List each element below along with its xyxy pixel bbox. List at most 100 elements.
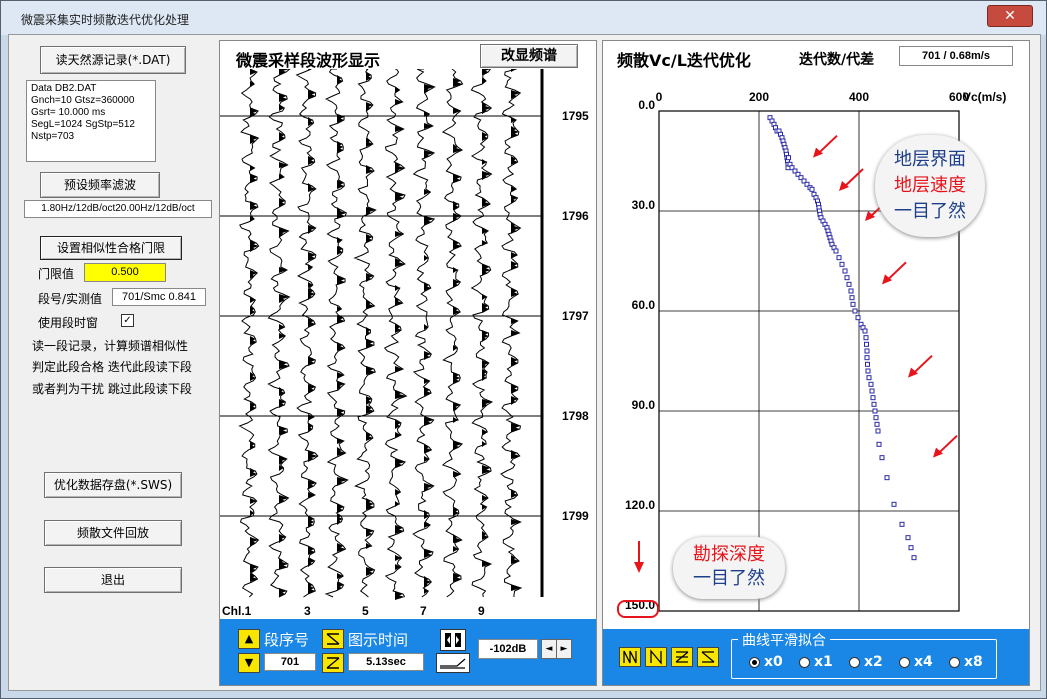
save-data-button[interactable]: 优化数据存盘(*.SWS) (44, 472, 182, 498)
data-point (864, 355, 870, 361)
channel-label: 9 (478, 604, 485, 618)
curve-mode-1-icon[interactable] (619, 647, 641, 667)
smoothing-radio-x4[interactable] (899, 657, 910, 668)
zoom-out-icon[interactable] (322, 653, 344, 673)
smoothing-radio-x1[interactable] (799, 657, 810, 668)
segment-label: 段号/实测值 (38, 292, 103, 306)
threshold-label: 门限值 (38, 267, 75, 281)
data-point (850, 301, 856, 307)
channel-trace (412, 69, 436, 598)
data-point (908, 545, 914, 551)
data-point (876, 441, 882, 447)
data-point (868, 381, 874, 387)
data-point (866, 375, 872, 381)
time-window-checkbox[interactable]: ✓ (121, 314, 134, 327)
data-point (786, 155, 791, 161)
bubble-line: 地层速度 (894, 175, 966, 196)
time-tick-label: 1796 (562, 209, 589, 223)
smoothing-option-label: x0 (764, 654, 783, 670)
close-button[interactable]: ✕ (987, 5, 1033, 27)
range-icon[interactable] (440, 629, 466, 651)
data-point (865, 361, 870, 367)
smoothing-option-label: x1 (814, 654, 833, 670)
gain-value: -102dB (478, 639, 538, 659)
info-line: SegL=1024 SgStp=512 (31, 119, 135, 130)
data-point (862, 328, 868, 334)
x-tick-label: 400 (849, 90, 869, 104)
data-point (842, 268, 848, 274)
y-tick-label: 120.0 (625, 498, 655, 512)
curve-mode-3-icon[interactable] (671, 647, 693, 667)
data-point (852, 308, 858, 314)
info-line: Gsrt= 10.000 ms (31, 107, 106, 118)
smoothing-radio-x2[interactable] (849, 657, 860, 668)
trace-peak-fill (395, 432, 401, 438)
data-point (864, 348, 870, 354)
record-info-box: Data DB2.DAT Gnch=10 Gtsz=360000 Gsrt= 1… (26, 80, 156, 162)
time-window-label: 使用段时窗 (38, 316, 99, 330)
data-point (809, 186, 815, 192)
frequency-filter-button[interactable]: 预设频率滤波 (40, 172, 160, 198)
data-point (875, 428, 881, 434)
window-title: 微震采集实时频散迭代优化处理 (21, 13, 190, 27)
gain-increase-button[interactable]: ► (556, 639, 572, 659)
curve-mode-4-icon[interactable] (697, 647, 719, 667)
bubble-line: 地层界面 (894, 149, 966, 170)
channel-trace (238, 69, 260, 598)
waveform-title: 微震采样段波形显示 (236, 51, 381, 70)
replay-file-button[interactable]: 频散文件回放 (44, 520, 182, 546)
title-bar: 微震采集实时频散迭代优化处理 ✕ (1, 1, 1046, 35)
bubble-line: 一目了然 (894, 201, 966, 222)
smoothing-radio-x8[interactable] (949, 657, 960, 668)
x-axis-label: Vc(m/s) (963, 90, 1006, 104)
time-tick-label: 1795 (562, 109, 589, 123)
trace-peak-fill (482, 504, 487, 510)
dispersion-title: 频散Vc/L迭代优化 (617, 51, 751, 70)
smoothing-option-label: x2 (864, 654, 883, 670)
trace-peak-fill (250, 165, 255, 171)
data-point (879, 455, 885, 461)
trace-peak-fill (511, 69, 517, 72)
waveform-plot: 17951796179717981799Time(s)Chl.123456789… (220, 69, 589, 634)
data-point (836, 255, 842, 261)
x-tick-label: 0 (656, 90, 663, 104)
trace-peak-fill (250, 69, 257, 75)
similarity-threshold-button[interactable]: 设置相似性合格门限 (40, 236, 182, 260)
y-tick-label: 60.0 (632, 298, 656, 312)
smoothing-radio-x0[interactable] (749, 657, 760, 668)
note-line: 读一段记录，计算频谱相似性 (32, 339, 189, 353)
channel-label: 3 (304, 604, 311, 618)
gain-decrease-button[interactable]: ◄ (541, 639, 557, 659)
segment-number-label: 段序号 (264, 631, 310, 649)
depth-arrow-head (634, 562, 644, 573)
channel-label: 7 (420, 604, 427, 618)
zoom-in-icon[interactable] (322, 629, 344, 649)
iteration-label: 迭代数/代差 (799, 52, 875, 68)
time-tick-label: 1799 (562, 509, 589, 523)
threshold-input[interactable]: 0.500 (84, 263, 166, 282)
bubble-line: 勘探深度 (693, 544, 765, 565)
channel-label: 5 (362, 604, 369, 618)
y-tick-label: 90.0 (632, 398, 656, 412)
time-tick-label: 1798 (562, 409, 589, 423)
segment-up-button[interactable]: ▲ (238, 629, 260, 649)
info-line: Nstp=703 (31, 131, 75, 142)
waveform-control-bar: ▲ ▼ 段序号 701 图示时间 5.13sec -102dB ◄ ► (220, 619, 596, 685)
channel-trace (353, 69, 377, 598)
segment-down-button[interactable]: ▼ (238, 653, 260, 673)
display-time-label: 图示时间 (348, 631, 409, 649)
display-time-value[interactable]: 5.13sec (348, 653, 424, 671)
channel-trace (470, 69, 494, 598)
iteration-value: 701 / 0.68m/s (899, 46, 1013, 66)
show-spectrum-button[interactable]: 改显频谱 (480, 44, 578, 68)
smoothing-option-label: x4 (914, 654, 933, 670)
curve-mode-2-icon[interactable] (645, 647, 667, 667)
y-tick-label: 0.0 (638, 98, 655, 112)
data-point (839, 261, 845, 267)
read-record-button[interactable]: 读天然源记录(*.DAT) (40, 46, 186, 74)
gain-slider-icon[interactable] (436, 653, 470, 673)
segment-number-input[interactable]: 701 (264, 653, 316, 671)
exit-button[interactable]: 退出 (44, 567, 182, 593)
note-line: 判定此段合格 迭代此段读下段 (32, 360, 192, 374)
bubble-line: 一目了然 (693, 568, 765, 589)
